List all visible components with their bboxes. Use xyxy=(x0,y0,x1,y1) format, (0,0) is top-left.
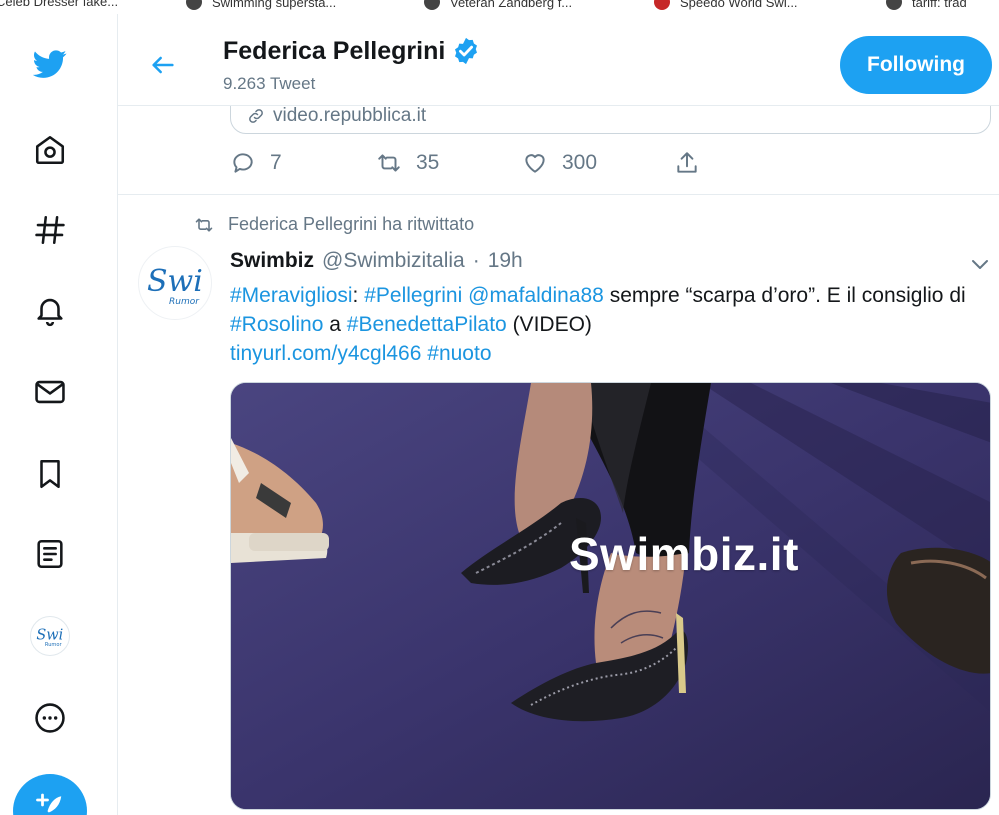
retweet-icon xyxy=(195,217,213,232)
reply-button[interactable]: 7 xyxy=(230,150,282,176)
bookmarks-icon[interactable] xyxy=(26,450,74,498)
reply-icon xyxy=(233,153,253,173)
svg-text:Rumor: Rumor xyxy=(45,642,63,648)
lists-icon[interactable] xyxy=(26,530,74,578)
link-card[interactable]: video.repubblica.it xyxy=(230,106,991,134)
retweet-count: 35 xyxy=(416,151,440,174)
bookmark-item[interactable]: Speedo World Swi... xyxy=(654,0,798,10)
profile-avatar[interactable]: Swi Rumor xyxy=(26,612,74,660)
bookmark-label: Veteran Zandberg f... xyxy=(450,0,573,10)
back-button[interactable] xyxy=(146,48,180,82)
retweeted-by-label: Federica Pellegrini ha ritwittato xyxy=(228,214,475,234)
tweet-header: Swimbiz @Swimbizitalia · 19h xyxy=(230,249,523,273)
compose-tweet-icon xyxy=(36,793,62,813)
profile-header: Federica Pellegrini 9.263 Tweet Followin… xyxy=(118,14,999,106)
explore-hashtag-icon[interactable] xyxy=(26,206,74,254)
home-icon[interactable] xyxy=(26,126,74,174)
twitter-logo-icon[interactable] xyxy=(26,40,74,88)
bookmark-label: Swimming supersta... xyxy=(212,0,337,10)
svg-text:Swi: Swi xyxy=(36,627,63,643)
tweet-author-name[interactable]: Swimbiz xyxy=(230,249,314,273)
retweet-icon xyxy=(378,154,400,172)
bookmark-label: tariff: trad xyxy=(912,0,967,10)
tweet-text-segment: a xyxy=(323,313,347,336)
hashtag-link[interactable]: #Pellegrini xyxy=(364,284,462,307)
avatar-logo-text: Swi xyxy=(147,264,203,299)
retweet-button[interactable]: 35 xyxy=(376,150,439,176)
like-count: 300 xyxy=(562,151,598,174)
tweet-media-photo[interactable]: Swimbiz.it xyxy=(230,382,991,810)
tweet-text: #Meravigliosi: #Pellegrini @mafaldina88 … xyxy=(230,281,970,368)
share-icon xyxy=(677,152,697,173)
tweet-divider xyxy=(118,194,999,195)
tweet-separator: · xyxy=(472,249,480,272)
avatar-logo-subtext: Rumor xyxy=(169,297,200,307)
following-button[interactable]: Following xyxy=(840,36,992,94)
retweeted-by[interactable]: Federica Pellegrini ha ritwittato xyxy=(194,214,474,235)
chevron-down-icon xyxy=(972,260,988,269)
compose-tweet-button[interactable] xyxy=(13,774,87,815)
heart-icon xyxy=(525,154,545,173)
more-icon[interactable] xyxy=(26,694,74,742)
sidebar-nav: Swi Rumor xyxy=(0,14,118,815)
hashtag-link[interactable]: #Rosolino xyxy=(230,313,323,336)
tweet-author-avatar[interactable]: Swi Rumor xyxy=(138,246,212,320)
notifications-bell-icon[interactable] xyxy=(26,286,74,334)
bookmark-item[interactable]: Swimming supersta... xyxy=(186,0,336,10)
link-card-domain-row: video.repubblica.it xyxy=(247,106,426,127)
profile-name-row: Federica Pellegrini xyxy=(223,36,481,66)
tweet-actions: 7 35 300 xyxy=(230,150,710,180)
tweet-count: 9.263 Tweet xyxy=(223,74,316,93)
hashtag-link[interactable]: #Meravigliosi xyxy=(230,284,353,307)
arrow-left-icon xyxy=(152,56,174,74)
bookmark-favicon-icon xyxy=(186,0,202,10)
bookmark-label: Speedo World Swi... xyxy=(680,0,798,10)
bookmark-item[interactable]: tariff: trad xyxy=(886,0,967,10)
tweet-menu-button[interactable] xyxy=(968,252,992,276)
tweet-text-segment: : xyxy=(352,284,365,307)
bookmark-favicon-icon xyxy=(886,0,902,10)
link-card-domain: video.repubblica.it xyxy=(273,106,427,126)
photo-scene xyxy=(231,383,990,809)
hashtag-link[interactable]: #nuoto xyxy=(427,342,491,365)
hashtag-link[interactable]: #BenedettaPilato xyxy=(347,313,507,336)
bookmark-label: Celeb Dresser fake... xyxy=(0,0,119,9)
url-link[interactable]: tinyurl.com/y4cgl466 xyxy=(230,342,421,365)
bookmarks-bar: Celeb Dresser fake... Swimming supersta.… xyxy=(0,0,999,14)
verified-badge-icon xyxy=(455,37,478,65)
bookmark-item[interactable]: Veteran Zandberg f... xyxy=(424,0,572,10)
bookmark-favicon-icon xyxy=(654,0,670,10)
like-button[interactable]: 300 xyxy=(522,150,597,176)
share-button[interactable] xyxy=(674,150,700,176)
reply-count: 7 xyxy=(270,151,282,174)
tweet-text-segment: sempre “scarpa d’oro”. E il consiglio di xyxy=(603,284,966,307)
mention-link[interactable]: @mafaldina88 xyxy=(468,284,604,307)
link-icon xyxy=(249,109,263,123)
tweet-text-segment: (VIDEO) xyxy=(506,313,592,336)
tweet-timestamp[interactable]: 19h xyxy=(488,249,523,273)
bookmark-item[interactable]: Celeb Dresser fake... xyxy=(0,0,118,9)
profile-name: Federica Pellegrini xyxy=(223,36,446,65)
timeline: video.repubblica.it 7 35 300 Federica Pe… xyxy=(118,106,999,815)
bookmark-favicon-icon xyxy=(424,0,440,10)
media-watermark: Swimbiz.it xyxy=(569,528,799,580)
tweet-author-handle[interactable]: @Swimbizitalia xyxy=(322,249,465,273)
messages-envelope-icon[interactable] xyxy=(26,368,74,416)
